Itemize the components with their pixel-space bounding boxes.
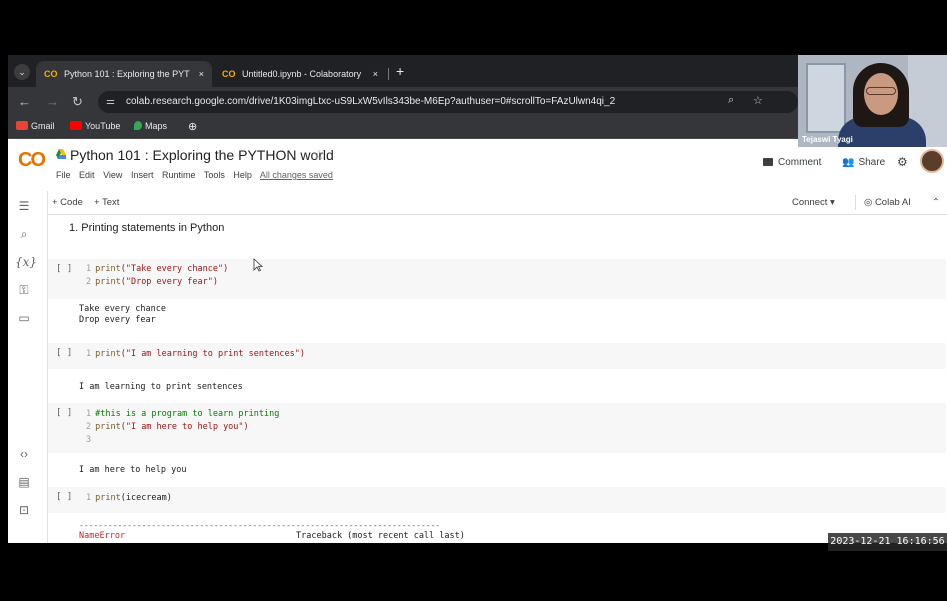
colab-tab-icon: CO <box>222 69 236 79</box>
mouse-cursor-icon <box>253 258 263 272</box>
reload-icon[interactable]: ↻ <box>72 94 83 110</box>
comment-button[interactable]: Comment <box>763 157 821 168</box>
code-cell[interactable]: [ ] 1 #this is a program to learn printin… <box>48 403 946 453</box>
run-cell-button[interactable]: [ ] <box>56 264 72 274</box>
cell-output: Drop every fear <box>79 315 156 325</box>
colab-ai-icon: ◎ <box>864 197 873 208</box>
tab-close-icon[interactable]: × <box>373 61 378 87</box>
code-line: 2 print("I am here to help you") <box>86 422 249 432</box>
code-line: 1 print("I am learning to print sentences… <box>86 349 305 359</box>
tab-untitled0[interactable]: CO Untitled0.ipynb - Colaboratory × <box>214 61 386 87</box>
menu-runtime[interactable]: Runtime <box>162 170 196 180</box>
menu-tools[interactable]: Tools <box>204 170 225 180</box>
code-line: 1 #this is a program to learn printing <box>86 409 280 419</box>
traceback-header: Traceback (most recent call last) <box>296 531 465 541</box>
site-info-icon[interactable]: ⚌ <box>106 96 115 107</box>
menu-edit[interactable]: Edit <box>79 170 95 180</box>
add-code-button[interactable]: + Code <box>52 197 83 208</box>
code-cell[interactable]: [ ] 1 print("I am learning to print sente… <box>48 343 946 369</box>
run-cell-button[interactable]: [ ] <box>56 408 72 418</box>
add-text-button[interactable]: + Text <box>94 197 119 208</box>
share-button[interactable]: 👥 Share <box>842 157 885 168</box>
search-icon[interactable]: ⌕ <box>15 227 33 242</box>
code-snippets-icon[interactable]: ‹› <box>15 447 33 461</box>
gmail-icon <box>16 121 28 130</box>
colab-ai-button[interactable]: ◎ Colab AI <box>864 197 911 208</box>
star-icon[interactable]: ☆ <box>313 147 325 163</box>
address-bar[interactable]: colab.research.google.com/drive/1K03imgL… <box>98 91 798 113</box>
back-icon[interactable]: ← <box>18 94 31 109</box>
tab-python-101[interactable]: CO Python 101 : Exploring the PYT × <box>36 61 212 87</box>
screen: ⌄ CO Python 101 : Exploring the PYT × CO… <box>0 0 947 601</box>
code-line: 3 <box>86 435 92 445</box>
collapse-chevron-icon[interactable]: ⌃ <box>932 197 940 208</box>
chrome-web-icon[interactable]: ⊕ <box>188 120 197 133</box>
cell-output: Take every chance <box>79 304 166 314</box>
terminal-icon[interactable]: ⊡ <box>15 503 33 517</box>
bookmark-gmail[interactable]: Gmail <box>16 121 55 131</box>
tab-close-icon[interactable]: × <box>199 61 204 87</box>
notebook-title[interactable]: Python 101 : Exploring the PYTHON world <box>70 147 334 163</box>
presenter-name: Tejaswi Tyagi <box>802 135 853 144</box>
browser-window: ⌄ CO Python 101 : Exploring the PYT × CO… <box>8 55 947 543</box>
cell-output: I am here to help you <box>79 465 187 475</box>
menu-help[interactable]: Help <box>233 170 252 180</box>
menu-bar: File Edit View Insert Runtime Tools Help… <box>56 170 339 180</box>
bookmark-youtube[interactable]: YouTube <box>70 121 120 131</box>
notebook-area: 1. Printing statements in Python [ ] 1 pr… <box>48 215 947 543</box>
colab-logo[interactable]: CO <box>18 149 46 172</box>
files-folder-icon[interactable]: ▭ <box>15 311 33 325</box>
bookmark-star-icon[interactable]: ☆ <box>753 94 763 107</box>
markdown-heading: 1. Printing statements in Python <box>69 222 225 234</box>
connect-button[interactable]: Connect ▾ <box>792 197 835 208</box>
user-avatar[interactable] <box>920 149 944 173</box>
tab-title: Untitled0.ipynb - Colaboratory <box>242 69 362 79</box>
forward-icon[interactable]: → <box>46 94 59 109</box>
traceback-divider: ----------------------------------------… <box>79 521 441 530</box>
tab-divider <box>388 68 389 80</box>
menu-file[interactable]: File <box>56 170 71 180</box>
toolbar-divider <box>855 195 856 210</box>
code-line: 1 print(icecream) <box>86 493 172 503</box>
cell-output: I am learning to print sentences <box>79 382 243 392</box>
secrets-key-icon[interactable]: ⚿ <box>15 283 33 298</box>
tab-search-icon[interactable]: ⌄ <box>14 64 30 80</box>
maps-icon <box>134 121 142 130</box>
run-cell-button[interactable]: [ ] <box>56 492 72 502</box>
left-sidebar: ☰ ⌕ {x} ⚿ ▭ ‹› ▤ ⊡ <box>8 191 48 543</box>
youtube-icon <box>70 121 82 130</box>
table-of-contents-icon[interactable]: ☰ <box>15 199 33 213</box>
save-status[interactable]: All changes saved <box>260 170 333 180</box>
webcam-overlay: Tejaswi Tyagi <box>798 55 947 147</box>
chevron-down-icon: ▾ <box>830 197 835 208</box>
recording-timestamp: 2023-12-21 16:16:56 <box>828 533 947 551</box>
error-name: NameError <box>79 531 126 541</box>
command-palette-icon[interactable]: ▤ <box>15 475 33 489</box>
colab-tab-icon: CO <box>44 69 58 79</box>
variables-icon[interactable]: {x} <box>15 255 37 269</box>
notebook-toolbar: + Code + Text Connect ▾ ◎ Colab AI ⌃ <box>48 191 947 215</box>
menu-view[interactable]: View <box>103 170 122 180</box>
new-tab-button[interactable]: + <box>396 63 404 79</box>
code-cell[interactable]: [ ] 1 print("Take every chance") 2 print("… <box>48 259 946 299</box>
comment-icon <box>763 158 773 166</box>
bookmark-maps[interactable]: Maps <box>134 121 167 131</box>
google-drive-icon <box>56 149 66 159</box>
zoom-icon[interactable]: ⌕ <box>728 94 734 107</box>
menu-insert[interactable]: Insert <box>131 170 154 180</box>
code-line: 2 print("Drop every fear") <box>86 277 218 287</box>
settings-gear-icon[interactable]: ⚙ <box>897 155 908 169</box>
run-cell-button[interactable]: [ ] <box>56 348 72 358</box>
tab-title: Python 101 : Exploring the PYT <box>64 69 190 79</box>
share-people-icon: 👥 <box>842 157 855 168</box>
code-line: 1 print("Take every chance") <box>86 264 229 274</box>
code-cell[interactable]: [ ] 1 print(icecream) <box>48 487 946 513</box>
